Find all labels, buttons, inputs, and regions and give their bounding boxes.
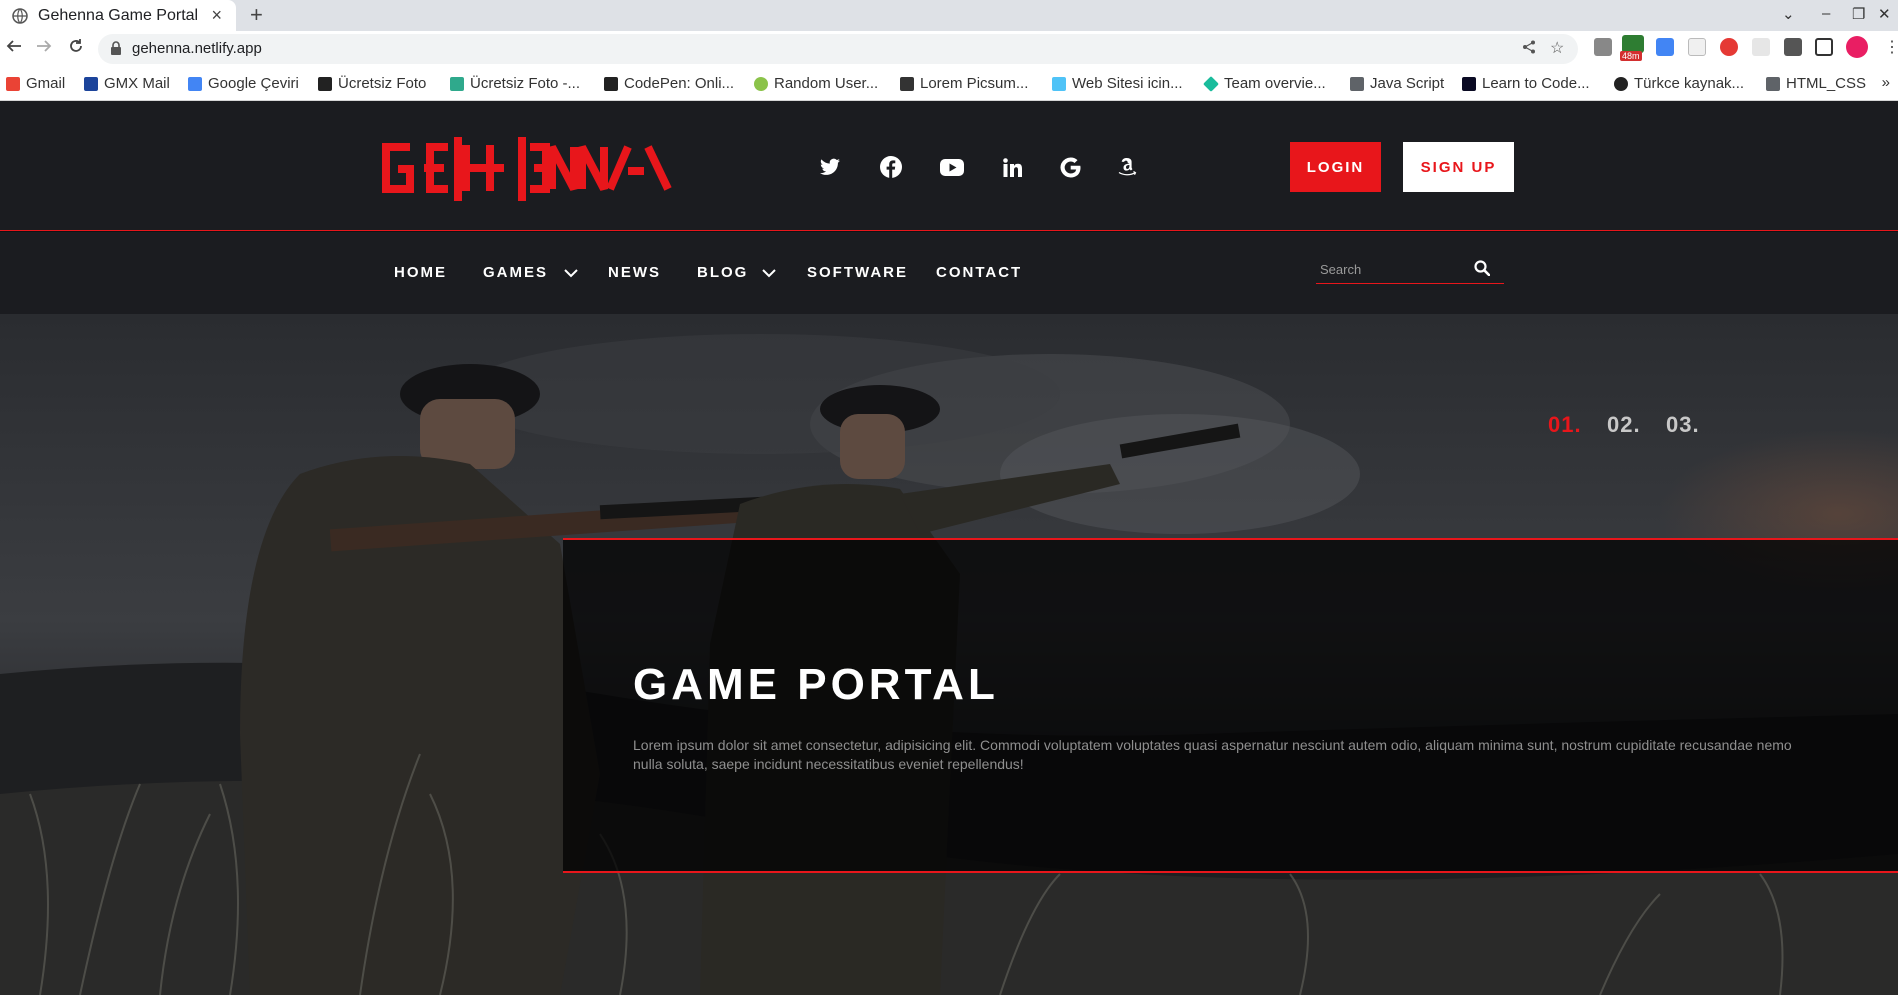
search-bar bbox=[1316, 254, 1504, 284]
bookmarks-bar: Gmail GMX Mail Google Çeviri Ücretsiz Fo… bbox=[0, 67, 1898, 101]
nav-news[interactable]: NEWS bbox=[608, 264, 661, 281]
restore-icon[interactable]: ❐ bbox=[1852, 5, 1865, 23]
website: LOGIN SIGN UP HOME GAMES NEWS BLOG SOFTW… bbox=[0, 101, 1898, 995]
window-close-icon[interactable]: ✕ bbox=[1878, 5, 1891, 23]
bookmark-star-icon[interactable]: ☆ bbox=[1550, 38, 1564, 58]
extensions-puzzle-icon[interactable] bbox=[1784, 38, 1802, 56]
random-user-icon bbox=[754, 76, 768, 91]
side-panel-icon[interactable] bbox=[1815, 38, 1833, 56]
main-nav: HOME GAMES NEWS BLOG SOFTWARE CONTACT bbox=[0, 232, 1898, 314]
search-icon[interactable] bbox=[1474, 260, 1491, 281]
codepen-icon bbox=[604, 76, 618, 91]
slide-indicator-2[interactable]: 02. bbox=[1607, 412, 1641, 438]
bookmark-item[interactable]: Learn to Code... bbox=[1462, 75, 1590, 92]
translate-extension-icon[interactable] bbox=[1656, 38, 1674, 56]
browser-toolbar: gehenna.netlify.app ☆ 48m ⋮ bbox=[0, 31, 1898, 67]
twitter-icon[interactable] bbox=[818, 155, 842, 179]
google-icon[interactable] bbox=[1058, 155, 1082, 179]
bookmark-item[interactable]: Web Sitesi icin... bbox=[1052, 75, 1183, 92]
extension-badge: 48m bbox=[1620, 51, 1642, 61]
adblock-extension-icon[interactable] bbox=[1720, 38, 1738, 56]
bookmark-item[interactable]: Ücretsiz Foto bbox=[318, 75, 426, 92]
browser-tab[interactable]: Gehenna Game Portal × bbox=[0, 0, 236, 31]
login-button[interactable]: LOGIN bbox=[1290, 142, 1381, 192]
gmail-icon bbox=[6, 76, 20, 91]
browser-menu-icon[interactable]: ⋮ bbox=[1884, 37, 1898, 56]
lock-icon bbox=[110, 41, 122, 60]
reload-icon[interactable] bbox=[68, 37, 84, 60]
slide-indicator-3[interactable]: 03. bbox=[1666, 412, 1700, 438]
blank-extension-icon[interactable] bbox=[1752, 38, 1770, 56]
hero-slider: 01. 02. 03. GAME PORTAL Lorem ipsum dolo… bbox=[0, 314, 1898, 995]
new-tab-icon[interactable]: + bbox=[250, 2, 263, 28]
gmx-icon bbox=[84, 76, 98, 91]
more-bookmarks-icon[interactable]: » bbox=[1882, 74, 1890, 91]
close-tab-icon[interactable]: × bbox=[211, 5, 222, 26]
search-input[interactable] bbox=[1320, 262, 1470, 277]
address-bar[interactable]: gehenna.netlify.app ☆ bbox=[98, 34, 1578, 64]
signup-button[interactable]: SIGN UP bbox=[1403, 142, 1514, 192]
slide-indicator-1[interactable]: 01. bbox=[1548, 412, 1582, 438]
diamond-icon bbox=[1203, 75, 1219, 92]
photo-d-icon bbox=[450, 76, 464, 91]
site-header: LOGIN SIGN UP bbox=[0, 101, 1898, 231]
tab-search-icon[interactable]: ⌄ bbox=[1782, 5, 1795, 23]
linkedin-icon[interactable] bbox=[1000, 155, 1024, 179]
photo-icon bbox=[318, 76, 332, 91]
globe-icon bbox=[12, 7, 28, 24]
url-text: gehenna.netlify.app bbox=[132, 40, 262, 57]
folder-icon bbox=[1766, 76, 1780, 91]
forward-icon[interactable] bbox=[36, 37, 52, 60]
github-icon bbox=[1614, 76, 1628, 91]
heart-icon bbox=[1052, 76, 1066, 91]
eyedropper-extension-icon[interactable] bbox=[1594, 38, 1612, 56]
bookmark-item[interactable]: Ücretsiz Foto -... bbox=[450, 75, 580, 92]
share-icon[interactable] bbox=[1522, 40, 1536, 59]
translate-icon bbox=[188, 76, 202, 91]
back-icon[interactable] bbox=[6, 37, 22, 60]
hero-caption-panel: GAME PORTAL Lorem ipsum dolor sit amet c… bbox=[563, 538, 1898, 873]
bookmark-item[interactable]: Lorem Picsum... bbox=[900, 75, 1028, 92]
bookmark-item[interactable]: Java Script bbox=[1350, 75, 1444, 92]
browser-tab-bar: Gehenna Game Portal × + ⌄ – ❐ ✕ bbox=[0, 0, 1898, 31]
bookmark-item[interactable]: Gmail bbox=[6, 75, 65, 92]
calendar-extension-icon[interactable] bbox=[1688, 38, 1706, 56]
chevron-down-icon[interactable] bbox=[762, 265, 776, 283]
freecodecamp-icon bbox=[1462, 76, 1476, 91]
nav-home[interactable]: HOME bbox=[394, 264, 447, 281]
tab-title: Gehenna Game Portal bbox=[38, 6, 199, 24]
bookmark-item[interactable]: HTML_CSS bbox=[1766, 75, 1866, 92]
bookmark-item[interactable]: GMX Mail bbox=[84, 75, 170, 92]
nav-software[interactable]: SOFTWARE bbox=[807, 264, 908, 281]
bookmark-item[interactable]: CodePen: Onli... bbox=[604, 75, 734, 92]
amazon-icon[interactable] bbox=[1116, 155, 1140, 179]
bookmark-item[interactable]: Google Çeviri bbox=[188, 75, 299, 92]
chevron-down-icon[interactable] bbox=[564, 265, 578, 283]
nav-games[interactable]: GAMES bbox=[483, 264, 548, 281]
hero-title: GAME PORTAL bbox=[633, 660, 999, 709]
bookmark-item[interactable]: Random User... bbox=[754, 75, 878, 92]
nav-contact[interactable]: CONTACT bbox=[936, 264, 1022, 281]
bookmark-item[interactable]: Team overvie... bbox=[1203, 75, 1326, 92]
youtube-icon[interactable] bbox=[940, 155, 964, 179]
facebook-icon[interactable] bbox=[879, 155, 903, 179]
bookmark-item[interactable]: Türkce kaynak... bbox=[1614, 75, 1744, 92]
profile-avatar[interactable] bbox=[1846, 36, 1868, 58]
site-logo[interactable] bbox=[376, 137, 676, 206]
folder-icon bbox=[1350, 76, 1364, 91]
hero-description: Lorem ipsum dolor sit amet consectetur, … bbox=[633, 737, 1792, 772]
nav-blog[interactable]: BLOG bbox=[697, 264, 748, 281]
image-icon bbox=[900, 76, 914, 91]
minimize-icon[interactable]: – bbox=[1822, 5, 1830, 22]
